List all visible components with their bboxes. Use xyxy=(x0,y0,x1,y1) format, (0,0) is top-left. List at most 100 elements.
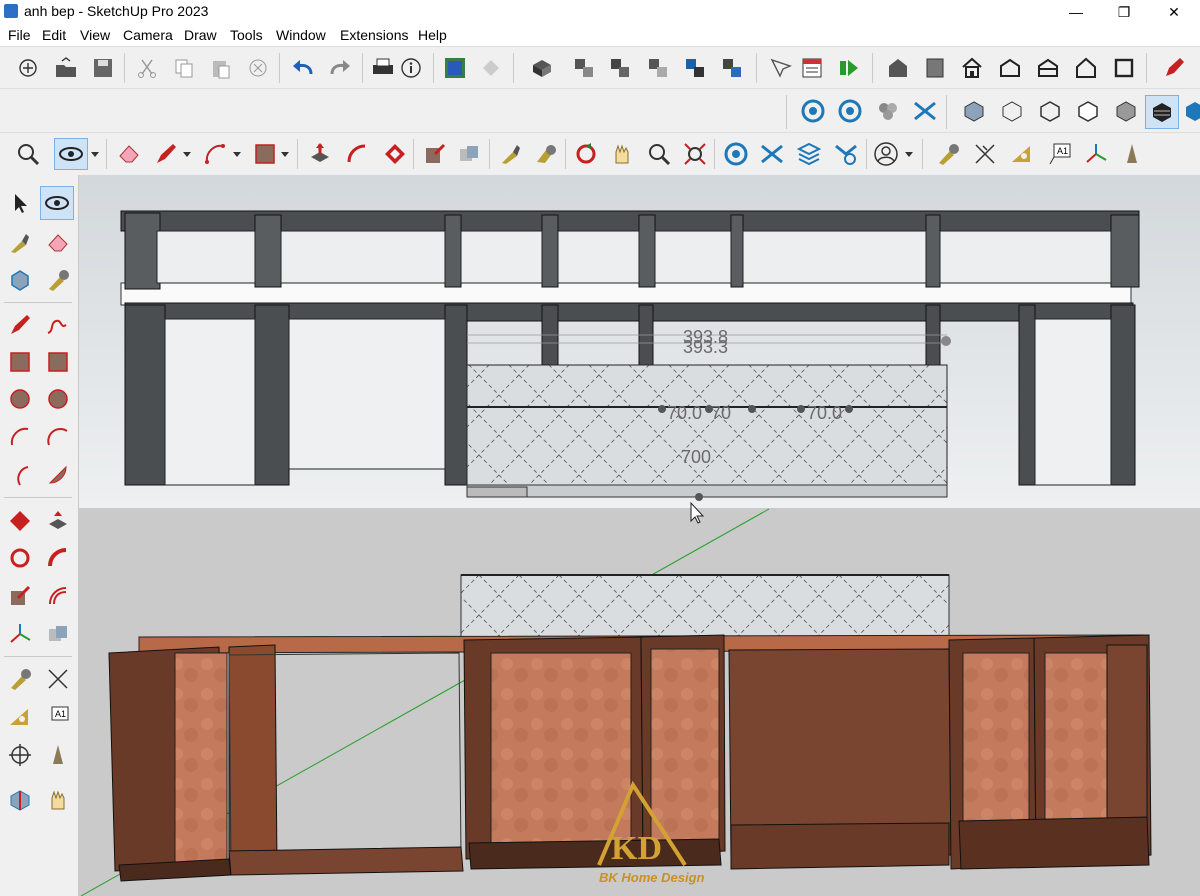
section-plane-icon[interactable] xyxy=(799,97,827,125)
make-component-icon[interactable] xyxy=(6,266,34,294)
polygon-icon[interactable] xyxy=(44,385,72,413)
tape-measure-icon[interactable] xyxy=(44,266,72,294)
offset-icon[interactable] xyxy=(381,140,409,168)
extension-warehouse-icon[interactable] xyxy=(477,54,505,82)
scene-icon[interactable] xyxy=(644,54,672,82)
zoom-extents-icon[interactable] xyxy=(645,140,673,168)
3d-text-icon[interactable] xyxy=(1118,140,1146,168)
minimize-button[interactable]: — xyxy=(1052,0,1100,24)
components-browser-icon[interactable] xyxy=(532,140,560,168)
copy-icon[interactable] xyxy=(170,54,198,82)
look-around-icon[interactable] xyxy=(758,140,786,168)
account-dropdown-icon[interactable] xyxy=(902,140,916,168)
model-canvas[interactable]: 393.8 393.3 70.0 70 70.0 700 KD BK Home … xyxy=(79,175,1200,896)
scale-icon[interactable] xyxy=(455,140,483,168)
scene-manager-icon[interactable] xyxy=(798,54,826,82)
account-icon[interactable] xyxy=(872,140,900,168)
two-point-arc-icon[interactable] xyxy=(44,423,72,451)
pencil-icon[interactable] xyxy=(1160,54,1188,82)
component-icon[interactable] xyxy=(528,54,556,82)
pan-icon[interactable] xyxy=(608,140,636,168)
position-camera-icon[interactable] xyxy=(795,140,823,168)
circle-icon[interactable] xyxy=(6,385,34,413)
move-icon[interactable] xyxy=(6,507,34,535)
front-view-icon[interactable] xyxy=(958,54,986,82)
select-icon[interactable] xyxy=(6,189,34,217)
redo-icon[interactable] xyxy=(326,54,354,82)
line-dropdown-icon[interactable] xyxy=(180,140,194,168)
pan-icon[interactable] xyxy=(44,786,72,814)
menu-draw[interactable]: Draw xyxy=(184,27,217,43)
protractor-icon[interactable] xyxy=(6,703,34,731)
paint-bucket-icon[interactable] xyxy=(497,140,525,168)
monochrome-icon[interactable] xyxy=(1182,97,1200,125)
3d-text-icon[interactable] xyxy=(44,741,72,769)
freehand-icon[interactable] xyxy=(44,311,72,339)
model-info-icon[interactable] xyxy=(397,54,425,82)
orbit-icon[interactable] xyxy=(40,186,74,220)
close-button[interactable]: ✕ xyxy=(1150,0,1198,24)
profile-icon[interactable] xyxy=(832,140,860,168)
rectangle-dropdown-icon[interactable] xyxy=(278,140,292,168)
open-icon[interactable] xyxy=(52,54,80,82)
menu-view[interactable]: View xyxy=(80,27,110,43)
styles-icon[interactable] xyxy=(681,54,709,82)
rotate-icon[interactable] xyxy=(572,140,600,168)
arc-icon[interactable] xyxy=(6,423,34,451)
solid-tools-icon[interactable] xyxy=(606,54,634,82)
orbit-dropdown-icon[interactable] xyxy=(88,140,102,168)
arc-icon[interactable] xyxy=(201,140,229,168)
walk-icon[interactable] xyxy=(722,140,750,168)
erase-icon[interactable] xyxy=(244,54,272,82)
offset-icon[interactable] xyxy=(44,582,72,610)
eraser-icon[interactable] xyxy=(115,140,143,168)
menu-file[interactable]: File xyxy=(8,27,31,43)
3d-warehouse-icon[interactable] xyxy=(441,54,469,82)
menu-camera[interactable]: Camera xyxy=(123,27,173,43)
outer-shell-icon[interactable] xyxy=(874,97,902,125)
xray-icon[interactable] xyxy=(960,97,988,125)
shaded-textures-icon[interactable] xyxy=(1145,95,1179,129)
tape-measure-icon[interactable] xyxy=(6,665,34,693)
iso-view-icon[interactable] xyxy=(884,54,912,82)
model-viewport[interactable]: 393.8 393.3 70.0 70 70.0 700 KD BK Home … xyxy=(79,175,1200,896)
maximize-button[interactable]: ❐ xyxy=(1100,0,1148,24)
new-icon[interactable] xyxy=(14,54,42,82)
rotated-rectangle-icon[interactable] xyxy=(44,348,72,376)
send-to-layout-icon[interactable] xyxy=(718,54,746,82)
bottom-view-icon[interactable] xyxy=(1110,54,1138,82)
text-icon[interactable]: A1 xyxy=(44,703,72,731)
hidden-line-icon[interactable] xyxy=(1074,97,1102,125)
intersect-icon[interactable] xyxy=(421,140,449,168)
arc-dropdown-icon[interactable] xyxy=(230,140,244,168)
push-pull-icon[interactable] xyxy=(44,507,72,535)
rotate-icon[interactable] xyxy=(6,544,34,572)
make-group-icon[interactable] xyxy=(570,54,598,82)
zoom-window-icon[interactable] xyxy=(681,140,709,168)
undo-icon[interactable] xyxy=(289,54,317,82)
orbit-icon[interactable] xyxy=(54,138,88,170)
pie-icon[interactable] xyxy=(44,461,72,489)
left-view-icon[interactable] xyxy=(1072,54,1100,82)
back-view-icon[interactable] xyxy=(1034,54,1062,82)
protractor-icon[interactable] xyxy=(1008,140,1036,168)
union-icon[interactable] xyxy=(911,97,939,125)
dimension-icon[interactable] xyxy=(44,665,72,693)
menu-window[interactable]: Window xyxy=(276,27,326,43)
push-pull-icon[interactable] xyxy=(306,140,334,168)
play-icon[interactable] xyxy=(835,54,863,82)
tape-measure-icon[interactable] xyxy=(934,140,962,168)
dimension-icon[interactable] xyxy=(971,140,999,168)
rectangle-icon[interactable] xyxy=(6,348,34,376)
cut-icon[interactable] xyxy=(133,54,161,82)
three-point-arc-icon[interactable] xyxy=(6,461,34,489)
section-fill-icon[interactable] xyxy=(6,786,34,814)
zoom-icon[interactable] xyxy=(14,140,42,168)
section-display-icon[interactable] xyxy=(836,97,864,125)
paste-icon[interactable] xyxy=(207,54,235,82)
save-icon[interactable] xyxy=(89,54,117,82)
line-icon[interactable] xyxy=(6,311,34,339)
follow-me-icon[interactable] xyxy=(343,140,371,168)
text-icon[interactable]: A1 xyxy=(1046,140,1074,168)
wireframe-icon[interactable] xyxy=(1036,97,1064,125)
